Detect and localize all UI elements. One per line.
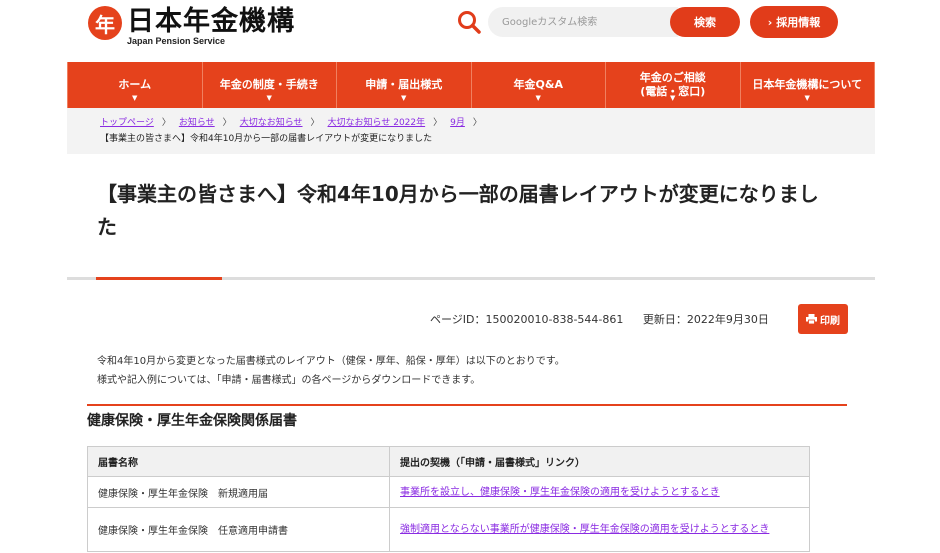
breadcrumb-separator-icon: 〉 xyxy=(472,118,482,128)
breadcrumb-link[interactable]: 9月 xyxy=(450,115,465,128)
nav-item-label: 申請・届出様式 xyxy=(365,78,443,91)
intro-line: 様式や記入例については、「申請・届書様式」の各ページからダウンロードできます。 xyxy=(97,375,481,386)
breadcrumb-link[interactable]: お知らせ xyxy=(179,115,215,128)
table-row: 健康保険・厚生年金保険 新規適用届 事業所を設立し、健康保険・厚生年金保険の適用… xyxy=(87,476,810,508)
caret-down-icon: ▼ xyxy=(670,94,676,102)
caret-down-icon: ▼ xyxy=(266,94,272,102)
nav-item[interactable]: 日本年金機構について ▼ xyxy=(741,62,875,108)
form-link[interactable]: 強制適用とならない事業所が健康保険・厚生年金保険の適用を受けようとするとき xyxy=(389,507,810,552)
caret-down-icon: ▼ xyxy=(804,94,810,102)
search-button[interactable]: 検索 xyxy=(670,7,740,37)
intro-text: 令和4年10月から変更となった届書様式のレイアウト（健保・厚年、船保・厚年）は以… xyxy=(97,352,565,390)
updated-date: 更新日：2022年9月30日 xyxy=(642,313,769,326)
caret-down-icon: ▼ xyxy=(132,94,138,102)
printer-icon xyxy=(806,314,817,324)
table-row: 健康保険・厚生年金保険 任意適用申請書 強制適用とならない事業所が健康保険・厚生… xyxy=(87,507,810,552)
nav-item[interactable]: 年金Q&A ▼ xyxy=(472,62,606,108)
print-label: 印刷 xyxy=(820,315,840,327)
table-header-name: 届書名称 xyxy=(87,446,390,477)
search-icon[interactable] xyxy=(456,9,482,35)
form-name: 健康保険・厚生年金保険 任意適用申請書 xyxy=(87,507,390,552)
page-meta: ページID：150020010-838-544-861 更新日：2022年9月3… xyxy=(430,311,769,327)
nav-item[interactable]: 年金のご相談 (電話・窓口) ▼ xyxy=(606,62,741,108)
breadcrumb-link[interactable]: トップページ xyxy=(100,115,154,128)
breadcrumb-link[interactable]: 大切なお知らせ xyxy=(240,115,303,128)
nav-item-label: 年金の制度・手続き xyxy=(219,78,319,91)
form-link[interactable]: 事業所を設立し、健康保険・厚生年金保険の適用を受けようとするとき xyxy=(389,476,810,508)
site-logo[interactable]: 年 日本年金機構 Japan Pension Service xyxy=(88,6,295,46)
site-header: 年 日本年金機構 Japan Pension Service 検索 › 採用情報 xyxy=(0,0,940,62)
title-divider-accent xyxy=(96,277,222,280)
breadcrumb-separator-icon: 〉 xyxy=(222,118,232,128)
nav-item-label: ホーム xyxy=(118,78,152,91)
page-title: 【事業主の皆さまへ】令和4年10月から一部の届書レイアウトが変更になりました xyxy=(97,182,819,239)
breadcrumb-current: 【事業主の皆さまへ】令和4年10月から一部の届書レイアウトが変更になりました xyxy=(100,134,433,144)
page-id: ページID：150020010-838-544-861 xyxy=(430,313,624,326)
intro-line: 令和4年10月から変更となった届書様式のレイアウト（健保・厚年、船保・厚年）は以… xyxy=(97,356,565,367)
nav-item[interactable]: 申請・届出様式 ▼ xyxy=(337,62,472,108)
nav-item-label: 日本年金機構について xyxy=(752,78,863,91)
breadcrumb-separator-icon: 〉 xyxy=(161,118,171,128)
table-header-trigger: 提出の契機（「申請・届書様式」リンク） xyxy=(389,446,810,477)
forms-table: 届書名称 提出の契機（「申請・届書様式」リンク） 健康保険・厚生年金保険 新規適… xyxy=(87,446,810,552)
logo-title: 日本年金機構 xyxy=(127,6,295,37)
breadcrumb-separator-icon: 〉 xyxy=(433,118,443,128)
nav-item[interactable]: 年金の制度・手続き ▼ xyxy=(203,62,337,108)
global-nav: ホーム ▼ 年金の制度・手続き ▼ 申請・届出様式 ▼ 年金Q&A ▼ 年金のご相談 (電話・窓… xyxy=(67,62,875,108)
section-title: 健康保険・厚生年金保険関係届書 xyxy=(87,413,297,429)
caret-down-icon: ▼ xyxy=(401,94,407,102)
form-name: 健康保険・厚生年金保険 新規適用届 xyxy=(87,476,390,508)
print-button[interactable]: 印刷 xyxy=(798,304,848,334)
recruit-label: 採用情報 xyxy=(776,16,821,29)
recruit-button[interactable]: › 採用情報 xyxy=(750,6,838,38)
breadcrumb: トップページ〉お知らせ〉大切なお知らせ〉大切なお知らせ 2022年〉 9月〉 【事… xyxy=(67,108,875,154)
logo-mark: 年 xyxy=(88,6,122,40)
nav-item-label: 年金Q&A xyxy=(513,78,563,91)
chevron-right-icon: › xyxy=(767,15,773,29)
section-divider xyxy=(87,404,847,406)
search-input[interactable] xyxy=(488,7,678,37)
breadcrumb-link[interactable]: 大切なお知らせ 2022年 xyxy=(328,115,426,128)
nav-item[interactable]: ホーム ▼ xyxy=(67,62,203,108)
breadcrumb-separator-icon: 〉 xyxy=(310,118,320,128)
caret-down-icon: ▼ xyxy=(535,94,541,102)
